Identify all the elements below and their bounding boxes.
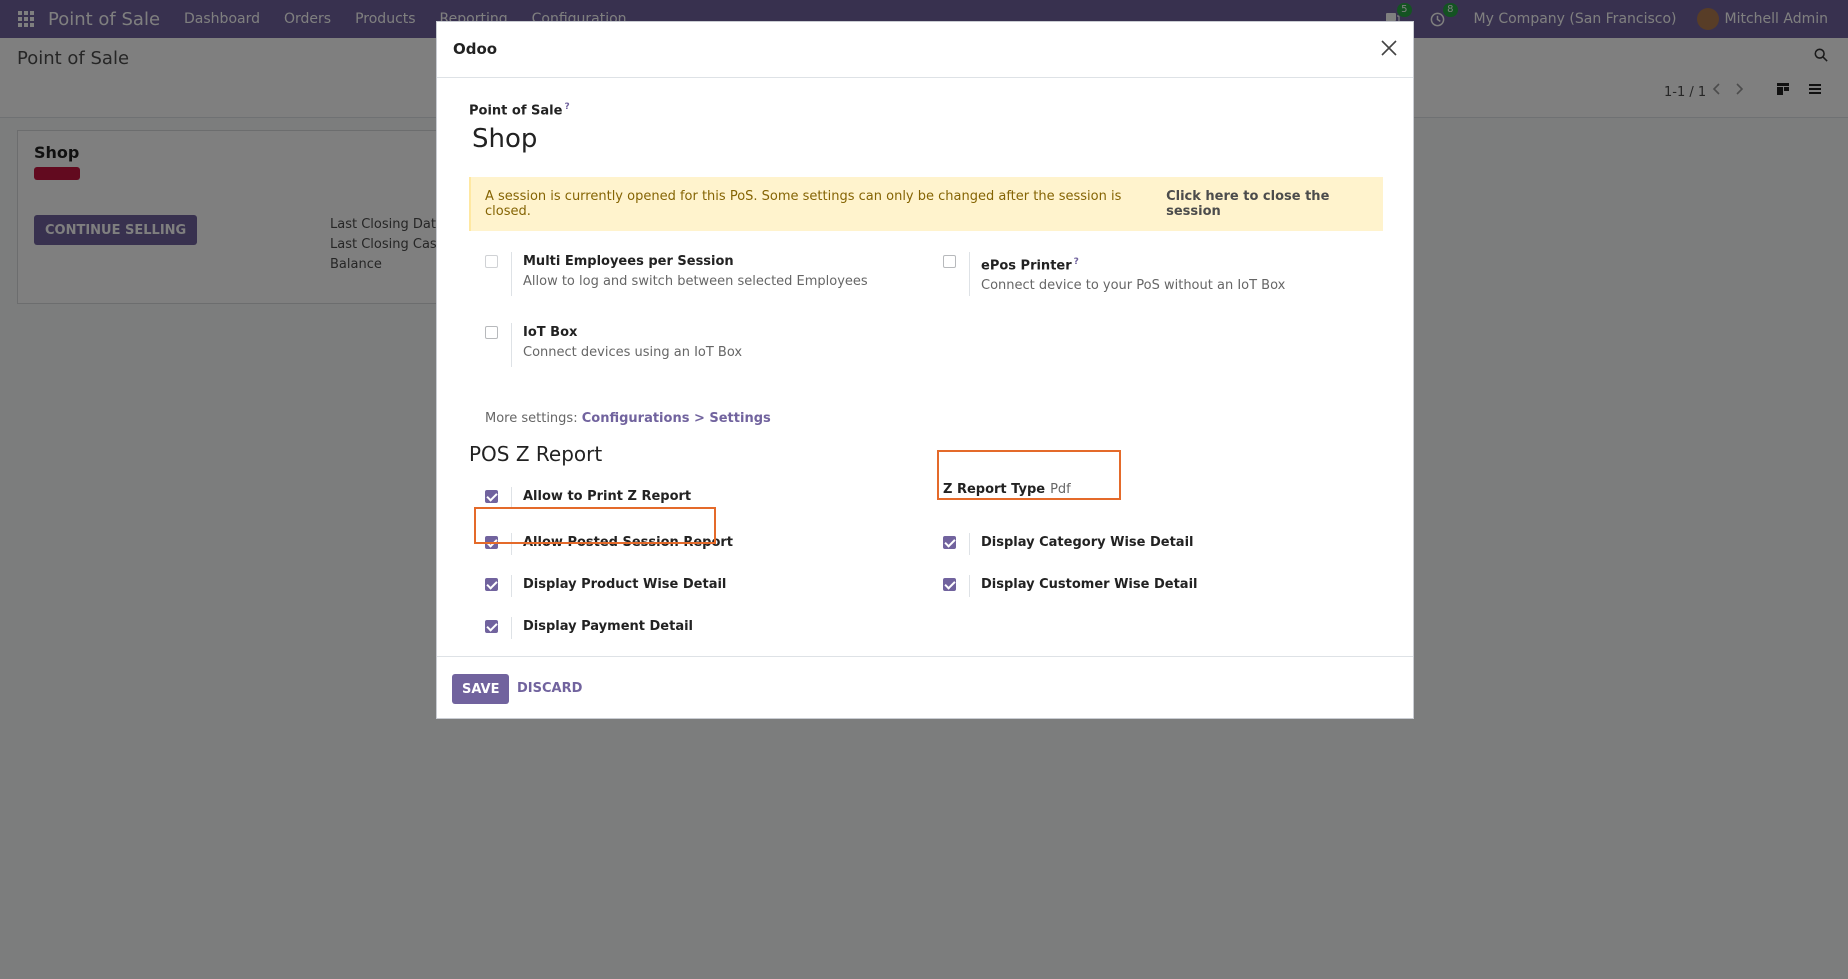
highlight-allow-posted-session-report xyxy=(474,507,716,544)
allow-print-z-report-checkbox[interactable] xyxy=(485,490,498,503)
help-tooltip-icon[interactable]: ? xyxy=(564,102,569,112)
setting-display-product-wise-detail: Display Product Wise Detail xyxy=(485,575,726,597)
help-tooltip-icon[interactable]: ? xyxy=(1074,257,1079,267)
discard-button[interactable]: DISCARD xyxy=(517,681,582,696)
more-settings-prefix: More settings: xyxy=(485,411,578,426)
close-icon[interactable] xyxy=(1379,38,1399,58)
setting-separator xyxy=(511,575,512,597)
setting-multi-employees: Multi Employees per Session Allow to log… xyxy=(485,252,868,296)
display-product-wise-detail-checkbox[interactable] xyxy=(485,578,498,591)
setting-title-text: ePos Printer xyxy=(981,258,1072,274)
modal-footer: SAVE DISCARD xyxy=(437,656,1413,720)
setting-title: Allow to Print Z Report xyxy=(523,489,692,504)
setting-display-payment-detail: Display Payment Detail xyxy=(485,617,693,639)
highlight-z-report-type xyxy=(937,450,1121,500)
setting-display-category-wise-detail: Display Category Wise Detail xyxy=(943,533,1194,555)
modal-header: Odoo xyxy=(437,22,1413,78)
display-category-wise-detail-checkbox[interactable] xyxy=(943,536,956,549)
setting-display-customer-wise-detail: Display Customer Wise Detail xyxy=(943,575,1197,597)
pos-settings-dialog: Odoo Point of Sale? Shop A session is cu… xyxy=(436,21,1414,719)
setting-separator xyxy=(969,533,970,555)
pos-name-field[interactable]: Shop xyxy=(472,124,537,154)
display-customer-wise-detail-checkbox[interactable] xyxy=(943,578,956,591)
iot-box-checkbox[interactable] xyxy=(485,326,498,339)
setting-title: Display Product Wise Detail xyxy=(523,577,727,592)
setting-title: Display Payment Detail xyxy=(523,619,694,634)
setting-body: IoT Box Connect devices using an IoT Box xyxy=(523,323,742,367)
setting-separator xyxy=(969,575,970,597)
setting-separator xyxy=(511,617,512,639)
close-session-link[interactable]: Click here to close the session xyxy=(1166,189,1383,219)
multi-employees-checkbox[interactable] xyxy=(485,255,498,268)
setting-title: Display Customer Wise Detail xyxy=(981,577,1198,592)
display-payment-detail-checkbox[interactable] xyxy=(485,620,498,633)
setting-separator xyxy=(511,487,512,509)
pos-name-label-text: Point of Sale xyxy=(469,103,563,119)
epos-printer-checkbox[interactable] xyxy=(943,255,956,268)
setting-separator xyxy=(511,252,512,296)
setting-description: Connect devices using an IoT Box xyxy=(523,345,743,360)
setting-title: IoT Box xyxy=(523,325,578,340)
setting-separator xyxy=(511,323,512,367)
setting-body: Multi Employees per Session Allow to log… xyxy=(523,252,868,296)
setting-title: ePos Printer? xyxy=(981,252,1285,276)
setting-separator xyxy=(969,252,970,296)
session-open-alert: A session is currently opened for this P… xyxy=(469,177,1383,231)
setting-description: Allow to log and switch between selected… xyxy=(523,274,868,289)
setting-title: Display Category Wise Detail xyxy=(981,535,1194,550)
setting-iot-box: IoT Box Connect devices using an IoT Box xyxy=(485,323,742,367)
setting-title: Multi Employees per Session xyxy=(523,254,734,269)
setting-epos-printer: ePos Printer? Connect device to your PoS… xyxy=(943,252,1285,296)
setting-description: Connect device to your PoS without an Io… xyxy=(981,278,1286,294)
save-button[interactable]: SAVE xyxy=(452,674,510,704)
configurations-settings-link[interactable]: Configurations > Settings xyxy=(582,411,771,426)
modal-title: Odoo xyxy=(453,40,498,58)
setting-allow-print-z-report: Allow to Print Z Report xyxy=(485,487,691,509)
more-settings: More settings: Configurations > Settings xyxy=(485,411,771,426)
section-title-z-report: POS Z Report xyxy=(469,442,603,466)
setting-body: ePos Printer? Connect device to your PoS… xyxy=(981,252,1285,296)
alert-message: A session is currently opened for this P… xyxy=(485,189,1122,219)
pos-name-label: Point of Sale? xyxy=(469,102,570,118)
